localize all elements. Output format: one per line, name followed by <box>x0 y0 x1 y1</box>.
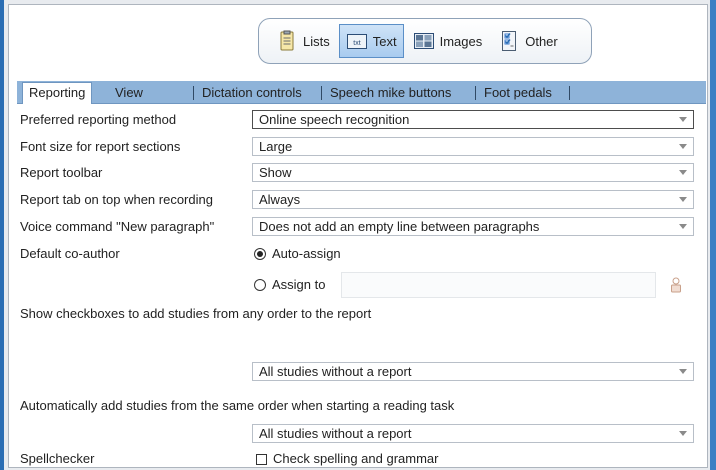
category-text-label: Text <box>372 33 397 49</box>
report-toolbar-label: Report toolbar <box>20 165 103 180</box>
category-lists-label: Lists <box>303 33 330 49</box>
svg-text:txt: txt <box>353 40 360 47</box>
chevron-down-icon <box>679 369 687 374</box>
category-images[interactable]: Images <box>406 24 490 58</box>
chevron-down-icon <box>679 224 687 229</box>
tab-foot-pedals[interactable]: Foot pedals <box>478 83 558 103</box>
report-toolbar-select[interactable]: Show <box>252 163 694 182</box>
tab-separator <box>475 86 476 100</box>
category-lists[interactable]: Lists <box>269 24 337 58</box>
tab-speech-mike-buttons[interactable]: Speech mike buttons <box>324 83 457 103</box>
user-lookup-icon[interactable] <box>670 277 682 296</box>
lists-icon <box>276 30 298 52</box>
show-checkboxes-value: All studies without a report <box>259 364 412 379</box>
chevron-down-icon <box>679 170 687 175</box>
report-tab-on-top-select[interactable]: Always <box>252 190 694 209</box>
show-checkboxes-label: Show checkboxes to add studies from any … <box>20 306 372 321</box>
chevron-down-icon <box>679 197 687 202</box>
tab-separator <box>193 86 194 100</box>
tab-reporting[interactable]: Reporting <box>22 82 93 104</box>
auto-add-studies-value: All studies without a report <box>259 426 412 441</box>
report-toolbar-value: Show <box>259 165 292 180</box>
report-tab-on-top-value: Always <box>259 192 301 207</box>
font-size-select[interactable]: Large <box>252 137 694 156</box>
category-other-label: Other <box>525 33 558 49</box>
category-text[interactable]: txt Text <box>338 24 404 58</box>
tab-separator <box>321 86 322 100</box>
reporting-method-label: Preferred reporting method <box>20 112 177 127</box>
voice-new-paragraph-label: Voice command "New paragraph" <box>20 219 215 234</box>
chevron-down-icon <box>679 117 687 122</box>
settings-tabs: Reporting View Dictation controls Speech… <box>17 81 706 104</box>
category-switcher: Lists txt Text Images Other <box>258 18 592 64</box>
reporting-method-value: Online speech recognition <box>259 112 410 127</box>
reporting-method-select[interactable]: Online speech recognition <box>252 110 694 129</box>
images-icon <box>413 30 435 52</box>
category-images-label: Images <box>439 33 483 49</box>
assign-to-label: Assign to <box>272 277 326 292</box>
assign-to-radio[interactable] <box>254 279 266 291</box>
auto-assign-label: Auto-assign <box>272 246 341 261</box>
default-coauthor-label: Default co-author <box>20 246 120 261</box>
other-icon <box>498 30 520 52</box>
auto-add-studies-select[interactable]: All studies without a report <box>252 424 694 443</box>
font-size-label: Font size for report sections <box>20 139 181 154</box>
spellcheck-checkbox[interactable] <box>256 454 267 465</box>
tab-view[interactable]: View <box>109 83 149 103</box>
text-icon: txt <box>346 30 368 52</box>
font-size-value: Large <box>259 139 293 154</box>
chevron-down-icon <box>679 431 687 436</box>
auto-add-studies-label: Automatically add studies from the same … <box>20 398 455 413</box>
assign-to-field[interactable] <box>341 272 656 298</box>
voice-new-paragraph-value: Does not add an empty line between parag… <box>259 219 540 234</box>
category-other[interactable]: Other <box>491 24 565 58</box>
spellchecker-label: Spellchecker <box>20 451 95 466</box>
chevron-down-icon <box>679 144 687 149</box>
report-tab-on-top-label: Report tab on top when recording <box>20 192 213 207</box>
window-border-left <box>0 0 4 470</box>
auto-assign-radio[interactable] <box>254 248 266 260</box>
tab-dictation-controls[interactable]: Dictation controls <box>196 83 308 103</box>
window-border-right <box>710 0 716 470</box>
spellcheck-checkbox-label: Check spelling and grammar <box>273 451 439 466</box>
show-checkboxes-select[interactable]: All studies without a report <box>252 362 694 381</box>
voice-new-paragraph-select[interactable]: Does not add an empty line between parag… <box>252 217 694 236</box>
tab-separator <box>569 86 570 100</box>
